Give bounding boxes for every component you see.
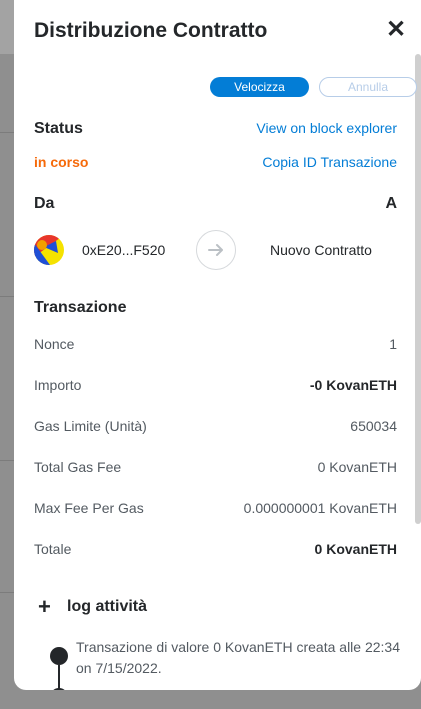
transaction-heading: Transazione: [34, 299, 127, 316]
nonce-label: Nonce: [34, 336, 75, 352]
arrow-right-icon: [196, 230, 236, 270]
activity-log-entry: Transazione di valore 0 KovanETH creata …: [76, 639, 400, 676]
to-value: Nuovo Contratto: [270, 242, 372, 258]
speed-up-button[interactable]: Velocizza: [210, 77, 309, 97]
nonce-value: 1: [389, 336, 397, 352]
max-fee-per-gas-label: Max Fee Per Gas: [34, 500, 144, 516]
to-label: A: [385, 195, 397, 212]
total-gas-fee-value: 0 KovanETH: [317, 459, 397, 475]
total-label: Totale: [34, 541, 72, 557]
total-value: 0 KovanETH: [314, 541, 397, 557]
from-label: Da: [34, 195, 55, 212]
max-fee-per-gas-value: 0.000000001 KovanETH: [243, 500, 397, 516]
modal-title: Distribuzione Contratto: [34, 19, 268, 42]
gas-limit-value: 650034: [350, 418, 397, 434]
gas-limit-label: Gas Limite (Unità): [34, 418, 147, 434]
amount-value: -0 KovanETH: [309, 377, 397, 393]
copy-transaction-id-link[interactable]: Copia ID Transazione: [262, 154, 397, 170]
timeline-dot: [50, 647, 68, 665]
status-label: Status: [34, 120, 83, 137]
plus-icon: +: [38, 594, 51, 619]
timeline-line: [58, 665, 60, 690]
cancel-transaction-button[interactable]: Annulla: [319, 77, 417, 97]
status-badge: in corso: [34, 154, 89, 170]
from-address[interactable]: 0xE20...F520: [82, 242, 165, 258]
transaction-details-modal: Distribuzione Contratto ✕ Velocizza Annu…: [14, 0, 421, 690]
account-avatar: [34, 235, 64, 265]
view-block-explorer-link[interactable]: View on block explorer: [256, 120, 397, 136]
activity-log-toggle[interactable]: + log attività: [38, 596, 147, 618]
activity-log-title: log attività: [67, 598, 148, 615]
amount-label: Importo: [34, 377, 82, 393]
close-icon[interactable]: ✕: [386, 18, 406, 42]
timeline-dot: [50, 688, 68, 690]
scrollbar[interactable]: [415, 54, 421, 524]
total-gas-fee-label: Total Gas Fee: [34, 459, 122, 475]
